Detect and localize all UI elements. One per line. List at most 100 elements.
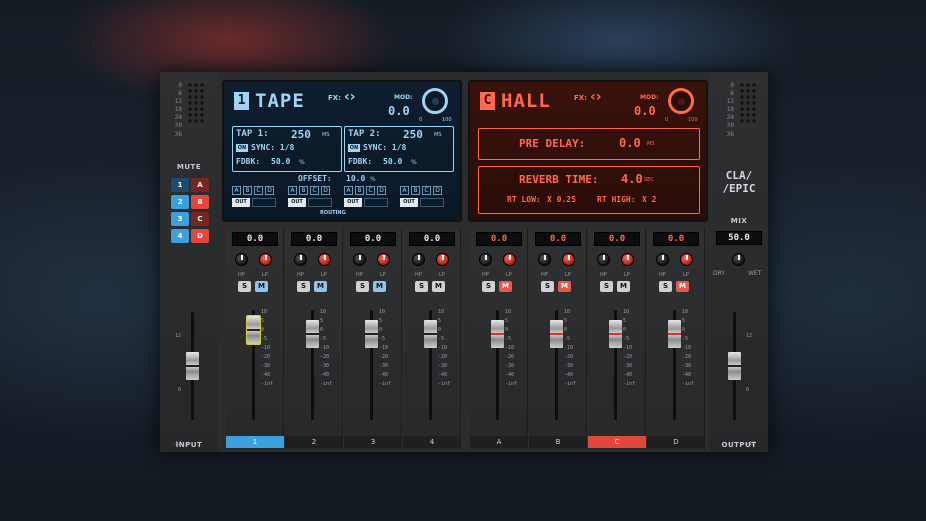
routing-3-b-button[interactable]: B — [355, 186, 364, 195]
routing-1-a-button[interactable]: A — [232, 186, 241, 195]
solo-button[interactable]: S — [238, 281, 251, 292]
routing-3-a-button[interactable]: A — [344, 186, 353, 195]
mute-button[interactable]: M — [314, 281, 327, 292]
routing-4-c-button[interactable]: C — [422, 186, 431, 195]
channel-fader[interactable] — [306, 320, 319, 348]
lp-knob[interactable] — [621, 253, 634, 266]
mute-button-4[interactable]: 4 — [171, 229, 189, 243]
channel-fader[interactable] — [550, 320, 563, 348]
solo-button[interactable]: S — [415, 281, 428, 292]
input-fader[interactable] — [186, 352, 199, 380]
output-fader[interactable] — [728, 352, 741, 380]
hp-knob[interactable] — [412, 253, 425, 266]
channel-select-button[interactable]: C — [588, 436, 646, 448]
routing-3-d-button[interactable]: D — [377, 186, 386, 195]
routing-1-d-button[interactable]: D — [265, 186, 274, 195]
tap1-sync-on-button[interactable]: ON — [236, 144, 248, 152]
channel-fader[interactable] — [668, 320, 681, 348]
routing-1-b-button[interactable]: B — [243, 186, 252, 195]
solo-button[interactable]: S — [541, 281, 554, 292]
mute-button[interactable]: M — [373, 281, 386, 292]
channel-fader[interactable] — [365, 320, 378, 348]
routing-2-b-button[interactable]: B — [299, 186, 308, 195]
tap2-value[interactable]: 250 — [403, 128, 423, 141]
mute-button-d[interactable]: D — [191, 229, 209, 243]
solo-button[interactable]: S — [600, 281, 613, 292]
predelay-value[interactable]: 0.0 — [619, 136, 641, 150]
reverb-title[interactable]: HALL — [501, 90, 551, 112]
offset-value[interactable]: 10.0 — [346, 174, 365, 183]
hp-knob[interactable] — [479, 253, 492, 266]
hp-knob[interactable] — [656, 253, 669, 266]
mute-button-3[interactable]: 3 — [171, 212, 189, 226]
routing-2-a-button[interactable]: A — [288, 186, 297, 195]
channel-fader[interactable] — [609, 320, 622, 348]
channel-value-display[interactable]: 0.0 — [594, 232, 640, 246]
routing-3-out-button[interactable]: OUT — [344, 198, 362, 207]
tap2-fdbk-value[interactable]: 50.0 — [383, 157, 402, 166]
channel-value-display[interactable]: 0.0 — [232, 232, 278, 246]
mute-button-1[interactable]: 1 — [171, 178, 189, 192]
lp-knob[interactable] — [680, 253, 693, 266]
routing-2-out-button[interactable]: OUT — [288, 198, 306, 207]
mute-button[interactable]: M — [676, 281, 689, 292]
channel-fader[interactable] — [491, 320, 504, 348]
routing-1-c-button[interactable]: C — [254, 186, 263, 195]
tap1-fdbk-value[interactable]: 50.0 — [271, 157, 290, 166]
solo-button[interactable]: S — [482, 281, 495, 292]
channel-value-display[interactable]: 0.0 — [409, 232, 455, 246]
routing-4-out-button[interactable]: OUT — [400, 198, 418, 207]
lp-knob[interactable] — [318, 253, 331, 266]
routing-3-c-button[interactable]: C — [366, 186, 375, 195]
channel-value-display[interactable]: 0.0 — [476, 232, 522, 246]
mute-button-b[interactable]: B — [191, 195, 209, 209]
channel-value-display[interactable]: 0.0 — [291, 232, 337, 246]
channel-select-button[interactable]: D — [647, 436, 705, 448]
lp-knob[interactable] — [259, 253, 272, 266]
mute-button[interactable]: M — [617, 281, 630, 292]
tap2-sync-on-button[interactable]: ON — [348, 144, 360, 152]
channel-select-button[interactable]: B — [529, 436, 587, 448]
hp-knob[interactable] — [538, 253, 551, 266]
routing-1-out-button[interactable]: OUT — [232, 198, 250, 207]
mute-button-c[interactable]: C — [191, 212, 209, 226]
mix-value-display[interactable]: 50.0 — [716, 231, 762, 245]
mute-button[interactable]: M — [499, 281, 512, 292]
routing-2-d-button[interactable]: D — [321, 186, 330, 195]
channel-select-button[interactable]: 4 — [403, 436, 461, 448]
routing-label[interactable]: ROUTING — [320, 210, 346, 216]
mute-button[interactable]: M — [558, 281, 571, 292]
delay-prev-next-arrows[interactable]: ‹› — [344, 89, 356, 105]
mute-button-2[interactable]: 2 — [171, 195, 189, 209]
mute-button-a[interactable]: A — [191, 178, 209, 192]
mute-button[interactable]: M — [432, 281, 445, 292]
routing-2-c-button[interactable]: C — [310, 186, 319, 195]
hp-knob[interactable] — [294, 253, 307, 266]
tap1-sync[interactable]: SYNC: 1/8 — [251, 143, 294, 152]
delay-title[interactable]: TAPE — [255, 90, 305, 112]
channel-fader[interactable] — [424, 320, 437, 348]
lp-knob[interactable] — [562, 253, 575, 266]
channel-value-display[interactable]: 0.0 — [350, 232, 396, 246]
solo-button[interactable]: S — [297, 281, 310, 292]
rtlow-value[interactable]: X 0.25 — [547, 195, 576, 204]
routing-4-d-button[interactable]: D — [433, 186, 442, 195]
channel-select-button[interactable]: A — [470, 436, 528, 448]
rthigh-value[interactable]: X 2 — [642, 195, 656, 204]
solo-button[interactable]: S — [659, 281, 672, 292]
tap1-value[interactable]: 250 — [291, 128, 311, 141]
channel-value-display[interactable]: 0.0 — [653, 232, 699, 246]
channel-value-display[interactable]: 0.0 — [535, 232, 581, 246]
hp-knob[interactable] — [353, 253, 366, 266]
reverbtime-value[interactable]: 4.0 — [621, 172, 643, 186]
lp-knob[interactable] — [503, 253, 516, 266]
lp-knob[interactable] — [436, 253, 449, 266]
channel-select-button[interactable]: 3 — [344, 436, 402, 448]
tap2-sync[interactable]: SYNC: 1/8 — [363, 143, 406, 152]
channel-select-button[interactable]: 1 — [226, 436, 284, 448]
delay-mod-knob[interactable] — [422, 88, 448, 114]
solo-button[interactable]: S — [356, 281, 369, 292]
reverb-mod-knob[interactable] — [668, 88, 694, 114]
channel-select-button[interactable]: 2 — [285, 436, 343, 448]
routing-4-b-button[interactable]: B — [411, 186, 420, 195]
